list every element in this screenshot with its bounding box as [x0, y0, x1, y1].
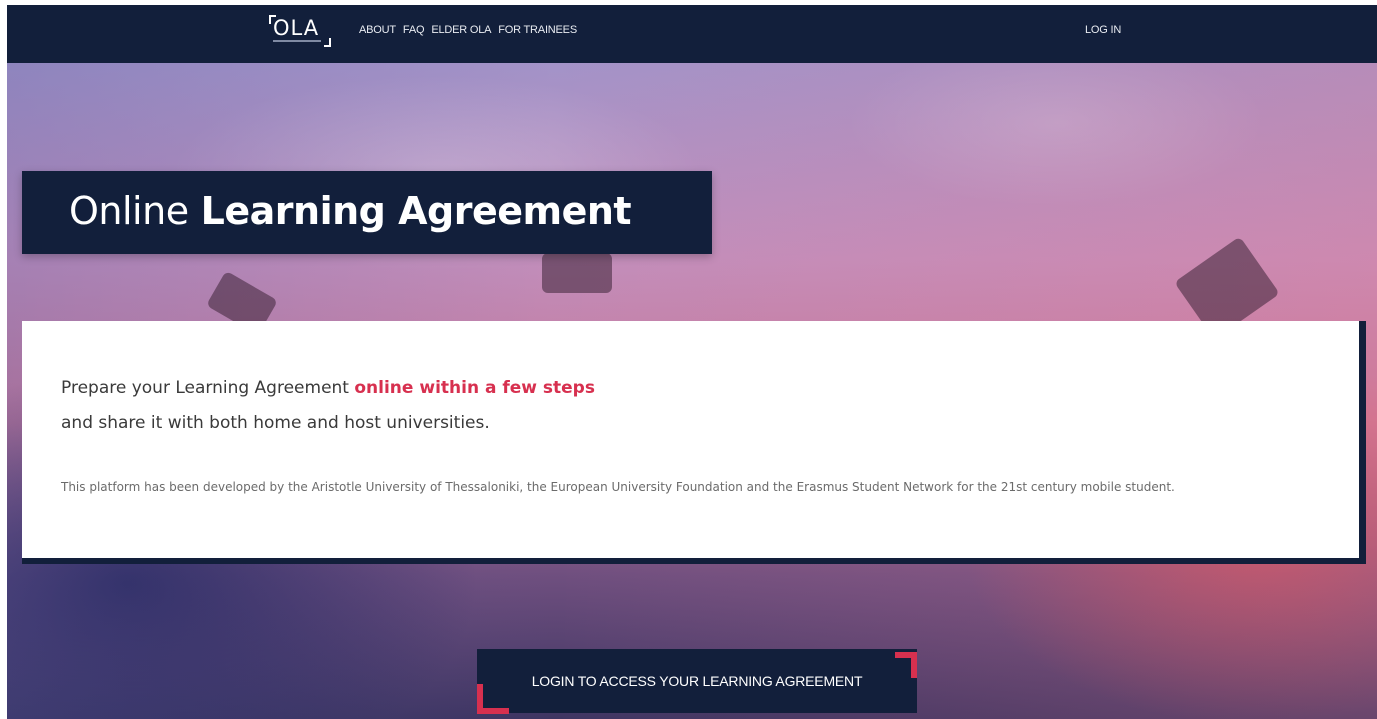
- page-title-box: Online Learning Agreement: [22, 171, 712, 254]
- nav-link-about[interactable]: ABOUT: [359, 24, 396, 36]
- page-title-light: Online: [69, 189, 189, 233]
- login-link[interactable]: LOG IN: [1085, 24, 1121, 36]
- logo-corner-icon: [324, 38, 331, 47]
- cta-corner-accent-icon: [477, 684, 509, 714]
- hero-section: Online Learning Agreement Prepare your L…: [7, 63, 1377, 719]
- login-to-access-button[interactable]: LOGIN TO ACCESS YOUR LEARNING AGREEMENT: [477, 649, 917, 713]
- top-navbar: OLA ABOUT FAQ ELDER OLA FOR TRAINEES LOG…: [7, 5, 1377, 63]
- cta-corner-accent-icon: [895, 652, 917, 678]
- logo-text: OLA: [273, 16, 320, 40]
- nav-link-elder-ola[interactable]: ELDER OLA: [431, 24, 491, 36]
- intro-description: This platform has been developed by the …: [61, 480, 1175, 494]
- intro-lead-accent: online within a few steps: [354, 378, 595, 398]
- intro-card: Prepare your Learning Agreement online w…: [22, 321, 1366, 564]
- intro-lead-line-2: and share it with both home and host uni…: [61, 413, 490, 433]
- ola-logo[interactable]: OLA: [269, 15, 331, 49]
- page: OLA ABOUT FAQ ELDER OLA FOR TRAINEES LOG…: [7, 5, 1377, 719]
- main-nav: ABOUT FAQ ELDER OLA FOR TRAINEES: [359, 24, 577, 36]
- nav-link-for-trainees[interactable]: FOR TRAINEES: [498, 24, 577, 36]
- hero-background-hand: [542, 253, 612, 293]
- intro-lead-line-1: Prepare your Learning Agreement online w…: [61, 378, 595, 398]
- intro-lead-prefix: Prepare your Learning Agreement: [61, 378, 355, 398]
- logo-tagline-mark: [273, 40, 321, 42]
- nav-link-faq[interactable]: FAQ: [403, 24, 425, 36]
- login-cta: LOGIN TO ACCESS YOUR LEARNING AGREEMENT: [477, 649, 917, 714]
- page-title: Online Learning Agreement: [69, 187, 632, 235]
- page-title-bold: Learning Agreement: [200, 189, 632, 233]
